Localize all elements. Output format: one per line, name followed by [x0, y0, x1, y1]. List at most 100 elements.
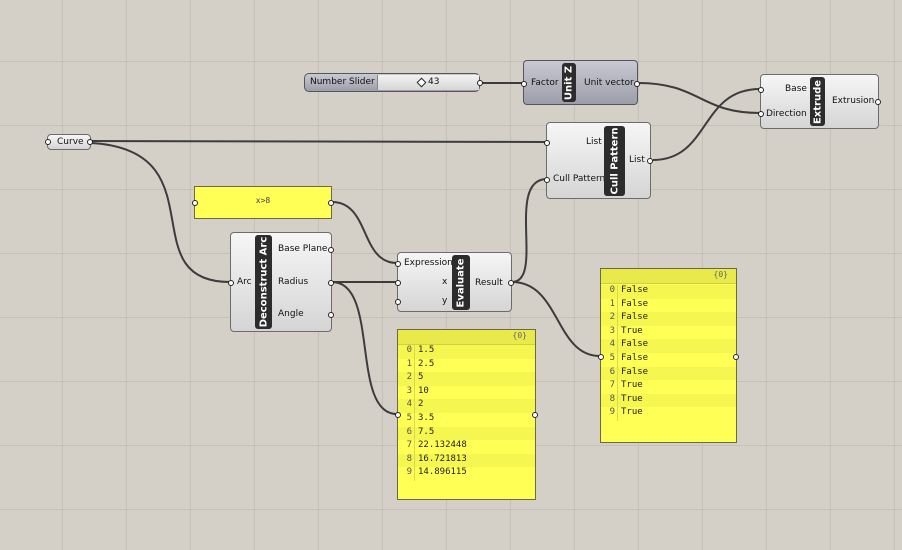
list-item-index: 6 — [406, 426, 412, 437]
list-item: 9 True — [601, 407, 736, 421]
extrude-base-grip[interactable] — [758, 87, 764, 93]
cull-pattern-label: Cull Pattern — [553, 174, 606, 184]
slider-label: Number Slider — [310, 77, 375, 87]
curve-input-grip[interactable] — [45, 139, 51, 145]
slider-output-grip[interactable] — [477, 80, 483, 86]
list-item-index: 7 — [406, 440, 412, 451]
list-item-divider — [617, 285, 618, 299]
expression-panel-output-grip[interactable] — [328, 200, 334, 206]
wire-result-to-cull — [511, 178, 548, 283]
cull-list-grip[interactable] — [544, 140, 550, 146]
unit-z-component[interactable]: Factor Unit Z Unit vector — [521, 60, 640, 105]
base-plane-grip[interactable] — [328, 247, 334, 253]
list-item-index: 2 — [609, 312, 615, 323]
result-panel-input-grip[interactable] — [598, 354, 604, 360]
expression-panel-input-grip[interactable] — [192, 200, 198, 206]
unit-z-output-label: Unit vector — [584, 78, 634, 88]
radius-grip[interactable] — [328, 280, 334, 286]
expression-panel[interactable]: x>8 — [192, 186, 334, 219]
list-item-index: 7 — [609, 380, 615, 391]
list-item-divider — [414, 385, 415, 400]
list-item-divider — [617, 298, 618, 313]
result-panel-path: {0} — [713, 270, 728, 279]
unit-z-title: Unit Z — [562, 63, 576, 102]
radius-panel[interactable]: {0} 0 1.5 1 2.5 2 5 3 10 4 2 5 3.5 6 7.5 7 22.132448 8 16… — [395, 329, 538, 500]
wire-curve-to-list — [90, 140, 548, 143]
list-item-index: 5 — [609, 353, 615, 363]
unit-z-input-grip[interactable] — [521, 81, 527, 87]
list-item: 1 2.5 — [398, 358, 535, 373]
wire-unitvector-to-direction — [637, 82, 761, 114]
expression-text: x>8 — [255, 196, 271, 205]
result-panel[interactable]: {0} 0 False 1 False 2 False 3 True 4 False 5 False 6… — [598, 268, 739, 443]
list-item-index: 8 — [609, 393, 615, 404]
list-item-index: 6 — [609, 366, 615, 377]
list-item-index: 4 — [406, 399, 412, 410]
evaluate-y-grip[interactable] — [395, 299, 401, 305]
list-item: 3 True — [601, 325, 736, 340]
list-item-value: False — [621, 353, 649, 363]
list-item-divider — [617, 353, 618, 367]
evaluate-x-label: x — [442, 277, 448, 287]
list-item-divider — [414, 399, 415, 413]
list-item: 8 16.721813 — [398, 453, 535, 468]
list-item-index: 1 — [406, 358, 412, 369]
unit-z-factor-label: Factor — [531, 78, 559, 88]
angle-label: Angle — [278, 309, 304, 319]
evaluate-expression-label: Expression — [404, 258, 453, 268]
cull-output-grip[interactable] — [647, 158, 653, 164]
cull-list-label: List — [586, 137, 602, 147]
evaluate-component[interactable]: Expression x y Evaluate Result — [395, 252, 514, 312]
list-item-divider — [414, 453, 415, 468]
angle-grip[interactable] — [328, 312, 334, 318]
curve-label: Curve — [57, 137, 84, 147]
evaluate-expression-grip[interactable] — [395, 261, 401, 267]
list-item-divider — [414, 358, 415, 373]
curve-param[interactable]: Curve — [45, 134, 93, 150]
list-item-value: True — [621, 407, 643, 418]
base-plane-label: Base Plane — [278, 244, 328, 254]
cull-pattern-grip[interactable] — [544, 177, 550, 183]
result-panel-output-grip[interactable] — [733, 354, 739, 360]
deconstruct-arc-input-label: Arc — [237, 277, 252, 287]
radius-panel-output-grip[interactable] — [532, 412, 538, 418]
extrude-component[interactable]: Base Direction Extrude Extrusion — [758, 74, 881, 129]
list-item-index: 3 — [406, 385, 412, 396]
list-item-value: 1.5 — [418, 345, 435, 355]
list-item-divider — [414, 372, 415, 386]
radius-panel-path: {0} — [512, 331, 527, 340]
extrude-output-grip[interactable] — [875, 99, 881, 105]
curve-output-grip[interactable] — [87, 139, 93, 145]
list-item: 0 False — [601, 285, 736, 299]
list-item-value: 2.5 — [418, 358, 435, 369]
evaluate-result-grip[interactable] — [508, 280, 514, 286]
list-item: 1 False — [601, 298, 736, 313]
arc-input-grip[interactable] — [228, 280, 234, 286]
wire-list-to-base — [652, 88, 761, 161]
list-item-value: 3.5 — [418, 413, 435, 423]
unit-z-output-grip[interactable] — [634, 81, 640, 87]
list-item-index: 5 — [406, 413, 412, 423]
deconstruct-arc-component[interactable]: Arc Deconstruct Arc Base Plane Radius An… — [228, 232, 334, 332]
number-slider[interactable]: Number Slider 43 — [304, 73, 483, 92]
list-item-divider — [414, 413, 415, 427]
list-item: 0 1.5 — [398, 345, 535, 359]
list-item-index: 2 — [406, 372, 412, 383]
radius-panel-input-grip[interactable] — [395, 412, 401, 418]
cull-pattern-title: Cull Pattern — [604, 126, 625, 196]
list-item: 7 True — [601, 380, 736, 394]
list-item-value: False — [621, 312, 649, 323]
extrude-direction-grip[interactable] — [758, 111, 764, 117]
cull-pattern-component[interactable]: List Cull Pattern Cull Pattern List — [544, 122, 653, 199]
evaluate-x-grip[interactable] — [395, 280, 401, 286]
list-item-index: 1 — [609, 298, 615, 309]
wire-radius-to-panel — [331, 281, 398, 415]
list-item-value: 7.5 — [418, 426, 435, 437]
list-item-value: True — [621, 325, 643, 336]
list-item-value: 10 — [418, 385, 429, 396]
list-item: 5 False — [601, 353, 736, 367]
list-item: 8 True — [601, 393, 736, 408]
list-item-index: 4 — [609, 339, 615, 350]
deconstruct-arc-title: Deconstruct Arc — [255, 235, 272, 329]
list-item-value: True — [621, 393, 643, 404]
